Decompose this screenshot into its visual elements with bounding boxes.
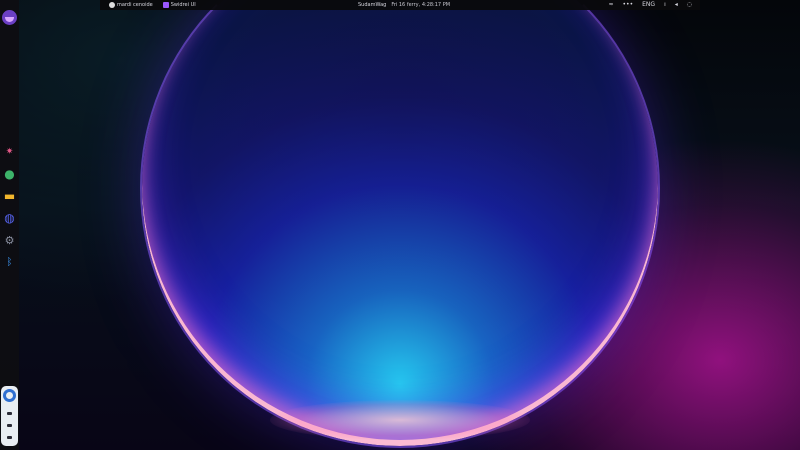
tray-app-icon[interactable] xyxy=(3,389,16,402)
notification-icon[interactable]: ◌ xyxy=(687,0,692,10)
wallpaper-orb-rim xyxy=(140,0,660,448)
dock-app-green-globe[interactable]: ● xyxy=(3,168,16,181)
dock-app-colorful[interactable]: ✷ xyxy=(3,146,16,159)
window-title-2[interactable]: Swidrei UI xyxy=(162,2,196,8)
window-title-1-label: mardi cenoide xyxy=(117,2,153,8)
window-title-2-label: Swidrei UI xyxy=(170,2,196,8)
dock-app-settings[interactable]: ⚙ xyxy=(3,234,16,247)
clock: Fri 16 ferry, 4:28:17 PM xyxy=(391,2,451,8)
colorful-app-icon: ✷ xyxy=(5,147,14,157)
left-dock: ✷ ● ▬ ◍ ⚙ ᛒ xyxy=(0,0,19,450)
microphone-icon[interactable]: ı xyxy=(664,0,666,10)
window-title-1[interactable]: mardi cenoide xyxy=(109,2,153,8)
system-tray: ≈ ••• ENG ı ◂ ◌ xyxy=(608,0,692,10)
green-globe-icon: ● xyxy=(4,167,15,181)
top-bar: mardi cenoide Swidrei UI SudamWag Fri 16… xyxy=(100,0,700,10)
more-icon[interactable]: ••• xyxy=(623,0,634,10)
dock-bottom-tray[interactable] xyxy=(1,386,18,446)
keyboard-layout[interactable]: ENG xyxy=(642,0,655,10)
dock-app-bluetooth[interactable]: ᛒ xyxy=(3,256,16,269)
discord-icon: ◍ xyxy=(4,211,15,225)
volume-icon[interactable]: ◂ xyxy=(675,0,678,10)
launcher-icon[interactable] xyxy=(2,10,17,25)
top-bar-center[interactable]: SudamWag Fri 16 ferry, 4:28:17 PM xyxy=(358,0,450,10)
top-bar-left: mardi cenoide Swidrei UI xyxy=(109,0,196,10)
dock-app-folder[interactable]: ▬ xyxy=(3,190,16,203)
dock-app-discord[interactable]: ◍ xyxy=(3,212,16,225)
tray-mini-icon-3 xyxy=(7,436,12,439)
workspace-label: SudamWag xyxy=(358,2,387,8)
desktop: mardi cenoide Swidrei UI SudamWag Fri 16… xyxy=(0,0,800,450)
bluetooth-icon: ᛒ xyxy=(6,257,13,268)
folder-icon: ▬ xyxy=(3,189,16,203)
wallpaper-orb-glow xyxy=(270,400,530,440)
tray-mini-icon-2 xyxy=(7,424,12,427)
purple-square-app-icon xyxy=(162,2,169,8)
tray-mini-icon-1 xyxy=(7,412,12,415)
settings-gear-icon: ⚙ xyxy=(4,234,15,247)
wifi-icon[interactable]: ≈ xyxy=(608,0,613,10)
circle-app-icon xyxy=(109,2,115,8)
